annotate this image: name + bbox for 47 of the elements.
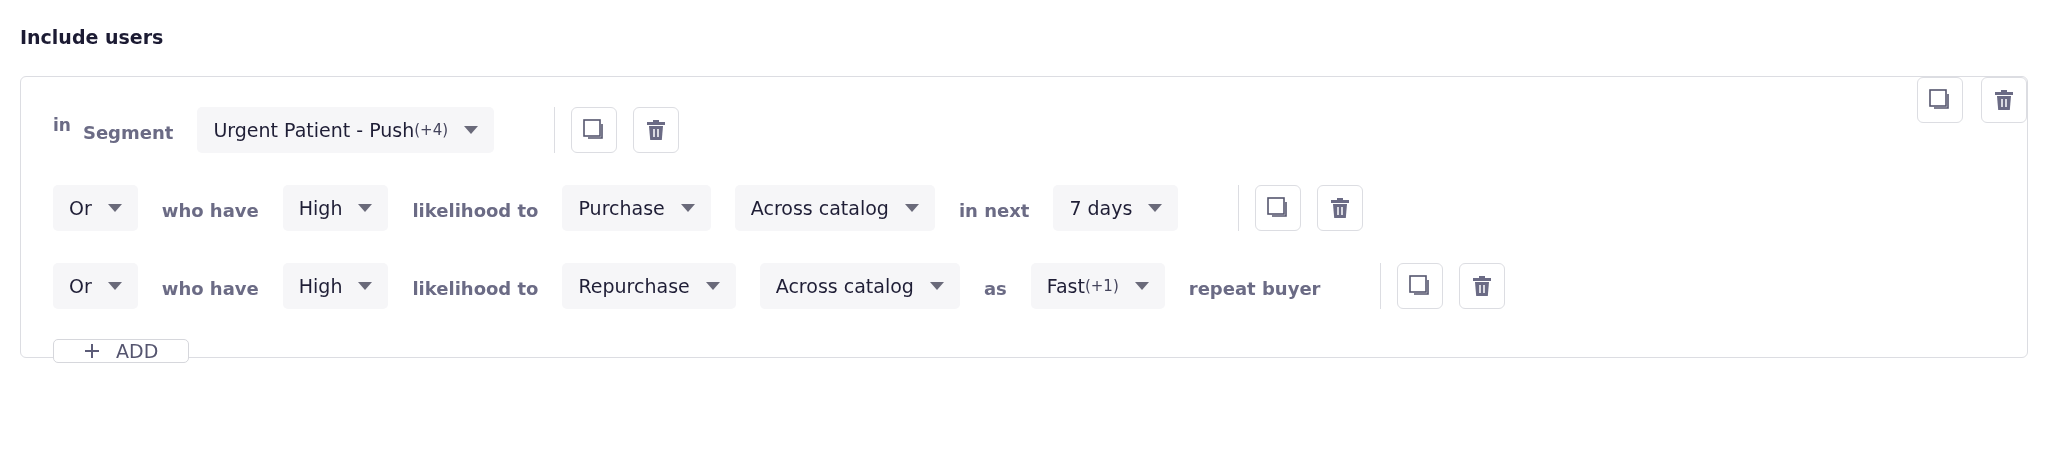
dropdown[interactable]: Across catalog <box>734 185 935 231</box>
delete-button[interactable] <box>1317 185 1364 231</box>
caret-icon <box>358 204 373 212</box>
caret-icon <box>929 282 944 290</box>
condition-label: likelihood to <box>412 199 539 221</box>
condition-label: Segment <box>82 121 174 143</box>
dropdown[interactable]: Or <box>53 185 138 231</box>
section-title: Include users <box>20 26 165 48</box>
caret-icon <box>1148 204 1163 212</box>
caret-icon <box>1134 282 1149 290</box>
condition-label: who have <box>161 277 259 299</box>
condition-label: in next <box>958 199 1030 221</box>
caret-icon <box>680 204 695 212</box>
caret-icon <box>107 282 122 290</box>
caret-icon <box>464 126 479 134</box>
prefix-label: in <box>53 115 71 135</box>
plus-icon <box>84 343 100 359</box>
dropdown[interactable]: High <box>282 263 389 309</box>
copy-button[interactable] <box>1397 263 1444 309</box>
caret-icon <box>904 204 919 212</box>
trash-icon <box>1472 275 1493 297</box>
delete-button[interactable] <box>1981 77 2027 123</box>
caret-icon <box>358 282 373 290</box>
caret-icon <box>107 204 122 212</box>
dropdown[interactable]: Or <box>53 263 138 309</box>
copy-button[interactable] <box>571 107 618 153</box>
dropdown[interactable]: Purchase <box>562 185 711 231</box>
copy-button[interactable] <box>1255 185 1302 231</box>
delete-button[interactable] <box>633 107 680 153</box>
caret-icon <box>705 282 720 290</box>
trash-icon <box>1330 197 1351 219</box>
dropdown[interactable]: Repurchase <box>562 263 736 309</box>
trash-icon <box>646 119 667 141</box>
copy-button[interactable] <box>1917 77 1963 123</box>
condition-label: repeat buyer <box>1188 277 1321 299</box>
dropdown[interactable]: Urgent Patient - Push(+4) <box>197 107 495 153</box>
dropdown[interactable]: High <box>282 185 389 231</box>
dropdown[interactable]: Fast(+1) <box>1030 263 1165 309</box>
dropdown[interactable]: 7 days <box>1053 185 1179 231</box>
trash-icon <box>1994 89 2014 111</box>
condition-label: likelihood to <box>412 277 539 299</box>
add-button[interactable]: ADD <box>53 339 190 363</box>
condition-label: who have <box>161 199 259 221</box>
condition-label: as <box>983 277 1007 299</box>
copy-icon <box>1928 88 1952 112</box>
dropdown[interactable]: Across catalog <box>759 263 960 309</box>
delete-button[interactable] <box>1459 263 1506 309</box>
